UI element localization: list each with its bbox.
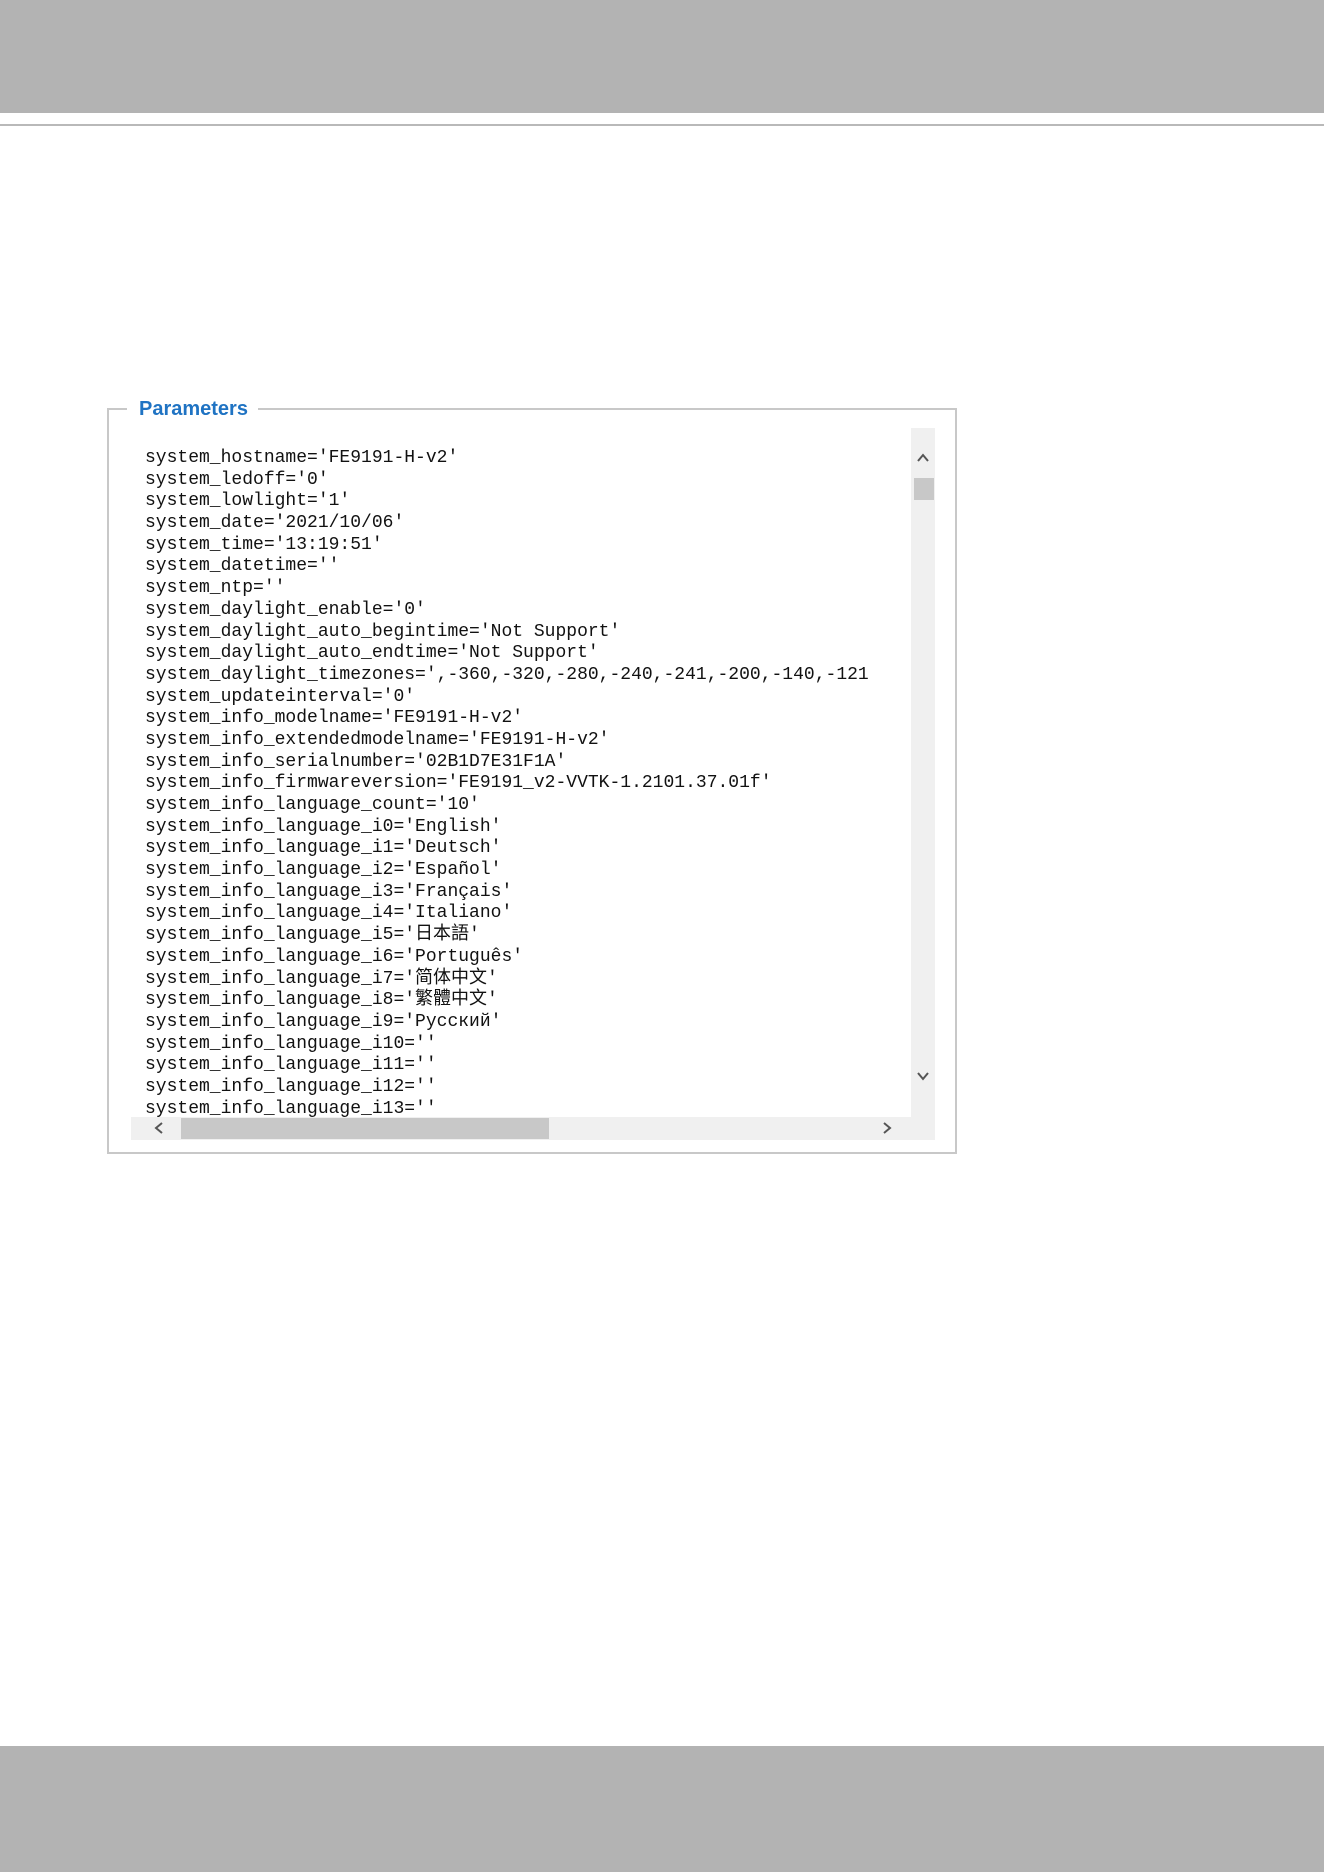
parameter-line: system_time='13:19:51' (145, 534, 383, 555)
parameter-line: system_ntp='' (145, 578, 286, 599)
parameters-fieldset: Parameters system_hostname='FE9191-H-v2'… (107, 397, 957, 1154)
parameter-line: system_info_language_i13='' (145, 1098, 437, 1117)
parameter-line: system_datetime='' (145, 556, 340, 577)
header-divider (0, 124, 1324, 126)
parameter-line: system_info_language_i12='' (145, 1076, 437, 1097)
manual-page: Parameters system_hostname='FE9191-H-v2'… (0, 0, 1324, 1872)
parameter-line: system_date='2021/10/06' (145, 513, 405, 534)
parameter-line: system_info_language_i3='Français' (145, 881, 513, 902)
chevron-right-icon[interactable] (875, 1117, 899, 1140)
parameter-line: system_info_extendedmodelname='FE9191-H-… (145, 729, 610, 750)
page-footer-bar (0, 1746, 1324, 1872)
parameter-line: system_daylight_timezones=',-360,-320,-2… (145, 664, 869, 685)
parameter-line: system_updateinterval='0' (145, 686, 416, 707)
parameter-line: system_info_language_i5='日本語' (145, 925, 480, 946)
parameter-line: system_info_language_count='10' (145, 795, 480, 815)
parameters-legend: Parameters (127, 397, 258, 421)
chevron-down-icon[interactable] (911, 1064, 935, 1088)
parameter-line: system_info_language_i6='Português' (145, 946, 524, 967)
parameters-list-viewport: system_hostname='FE9191-H-v2' system_ledo… (131, 428, 911, 1117)
parameter-line: system_info_language_i10='' (145, 1033, 437, 1054)
parameter-line: system_info_language_i9='Русский' (145, 1011, 502, 1032)
parameter-line: system_daylight_enable='0' (145, 599, 426, 620)
parameter-line: system_info_language_i0='English' (145, 816, 502, 837)
parameter-line: system_daylight_auto_endtime='Not Suppor… (145, 643, 599, 664)
parameter-line: system_info_serialnumber='02B1D7E31F1A' (145, 751, 567, 772)
parameter-line: system_info_language_i8='繁體中文' (145, 990, 498, 1011)
horizontal-scroll-thumb[interactable] (181, 1118, 549, 1139)
parameter-line: system_info_modelname='FE9191-H-v2' (145, 708, 524, 729)
vertical-scrollbar[interactable] (911, 428, 935, 1117)
parameter-line: system_lowlight='1' (145, 491, 351, 512)
parameter-line: system_daylight_auto_begintime='Not Supp… (145, 621, 621, 642)
parameter-line: system_info_language_i1='Deutsch' (145, 838, 502, 859)
parameters-list: system_hostname='FE9191-H-v2' system_ledo… (145, 448, 869, 1117)
parameter-line: system_info_language_i11='' (145, 1055, 437, 1076)
page-header-bar (0, 0, 1324, 113)
parameter-line: system_info_firmwareversion='FE9191_v2-V… (145, 773, 772, 794)
parameter-line: system_info_language_i4='Italiano' (145, 903, 513, 924)
vertical-scroll-thumb[interactable] (914, 478, 934, 500)
parameter-line: system_hostname='FE9191-H-v2' (145, 448, 459, 468)
parameter-line: system_info_language_i7='简体中文' (145, 968, 498, 989)
chevron-left-icon[interactable] (147, 1117, 171, 1140)
horizontal-scrollbar[interactable] (131, 1117, 911, 1140)
parameter-line: system_info_language_i2='Español' (145, 860, 502, 881)
parameters-list-box[interactable]: system_hostname='FE9191-H-v2' system_ledo… (131, 428, 935, 1140)
parameter-line: system_ledoff='0' (145, 469, 329, 490)
chevron-up-icon[interactable] (911, 446, 935, 470)
